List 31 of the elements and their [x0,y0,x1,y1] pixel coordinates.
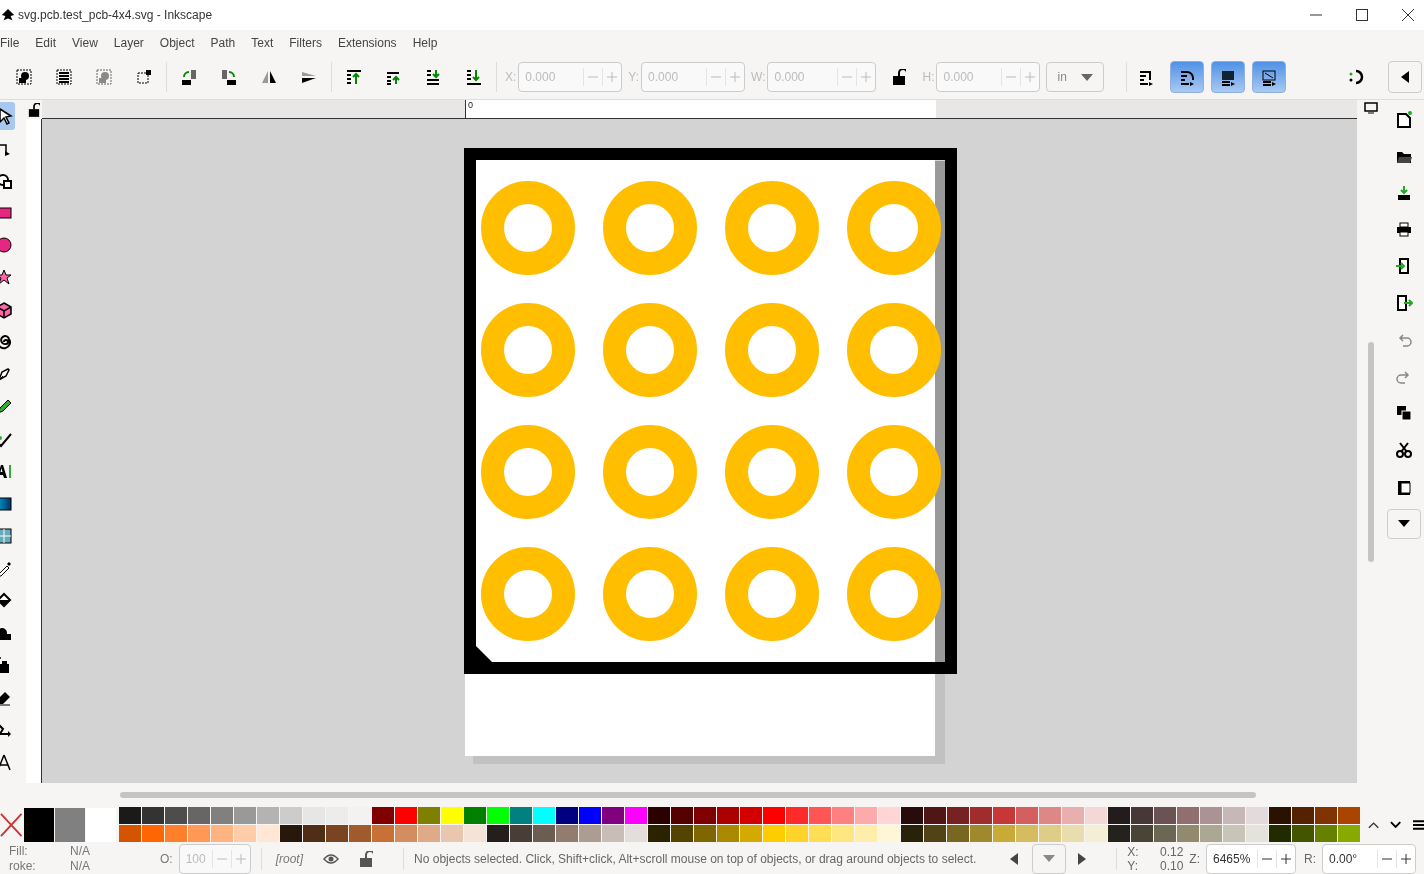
y-label: Y: [1127,858,1139,873]
zoom-field[interactable]: 6465% [1206,843,1296,874]
window-title: svg.pcb.test_pcb-4x4.svg - Inkscape [18,8,213,22]
stroke-label: roke: [9,858,37,874]
x-label: X: [1127,844,1140,859]
status-message: No objects selected. Click, Shift+click, Alt+scroll mouse on top of objects, or drag around objects to select. [414,851,977,866]
field-label: X: [505,70,517,84]
layer-name[interactable]: [root] [275,851,304,866]
fill-label: Fill: [9,843,29,859]
x-coordinate: 0.12 [1158,844,1184,859]
rotation-label: R: [1304,851,1316,866]
menu-item[interactable]: Filters [281,35,330,50]
menu-item[interactable]: Path [202,35,244,50]
stroke-value: N/A [70,858,91,874]
ruler-label: 0 [468,100,473,110]
rotation-field[interactable]: 0.00° [1322,843,1416,874]
menu-item[interactable]: Object [151,35,203,50]
menu-item[interactable]: Layer [105,35,152,50]
field-label: W: [751,70,766,84]
menu-item[interactable]: Text [243,35,282,50]
opacity-label: O: [160,851,173,866]
menu-item[interactable]: Edit [27,35,65,50]
field-label: Y: [628,70,640,84]
menu-item[interactable]: View [64,35,106,50]
fill-value: N/A [70,843,91,859]
menu-item[interactable]: Extensions [329,35,405,50]
y-coordinate: 0.10 [1158,858,1184,873]
zoom-label: Z: [1189,851,1200,866]
field-label: H: [922,70,935,84]
menu-item[interactable]: Help [404,35,446,50]
menu-item[interactable]: File [0,35,28,50]
